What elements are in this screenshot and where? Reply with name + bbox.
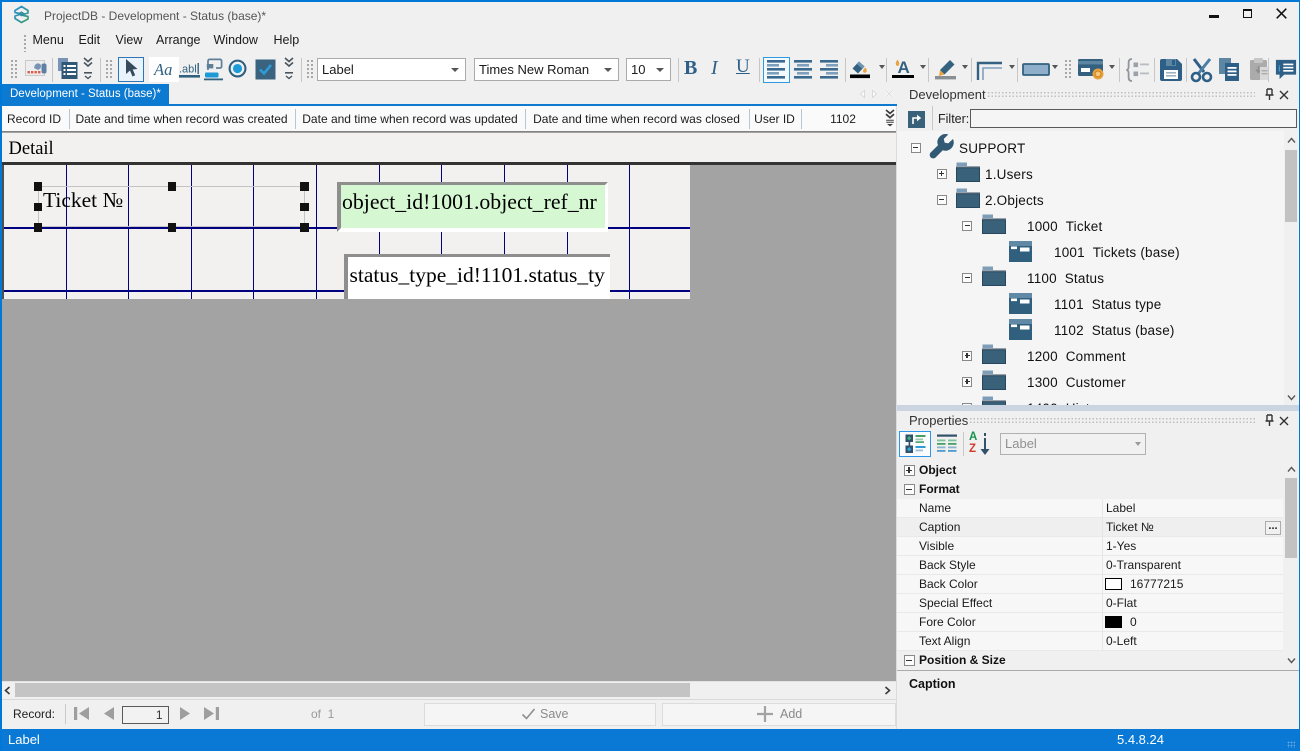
svg-text:i: i <box>1278 63 1280 73</box>
svg-text:.abl: .abl <box>179 64 197 76</box>
